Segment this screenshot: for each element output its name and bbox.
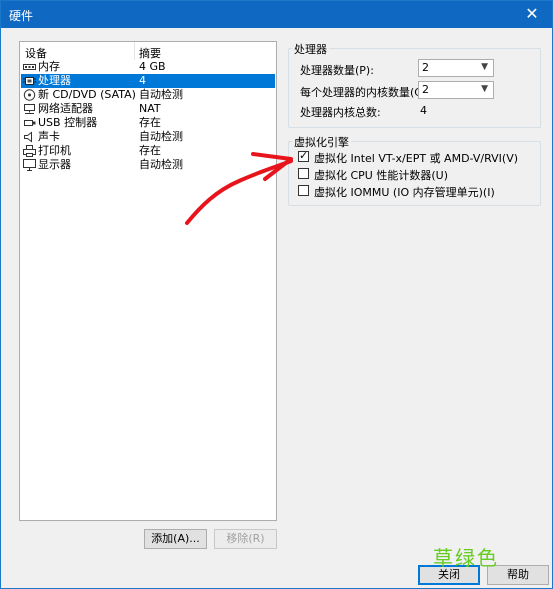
red-arrow-annotation — [185, 152, 293, 225]
hardware-dialog: 硬件 ✕ 设备 摘要 内存 4 GB 处理器 4 新 CD/DVD (SATA)… — [0, 0, 553, 589]
